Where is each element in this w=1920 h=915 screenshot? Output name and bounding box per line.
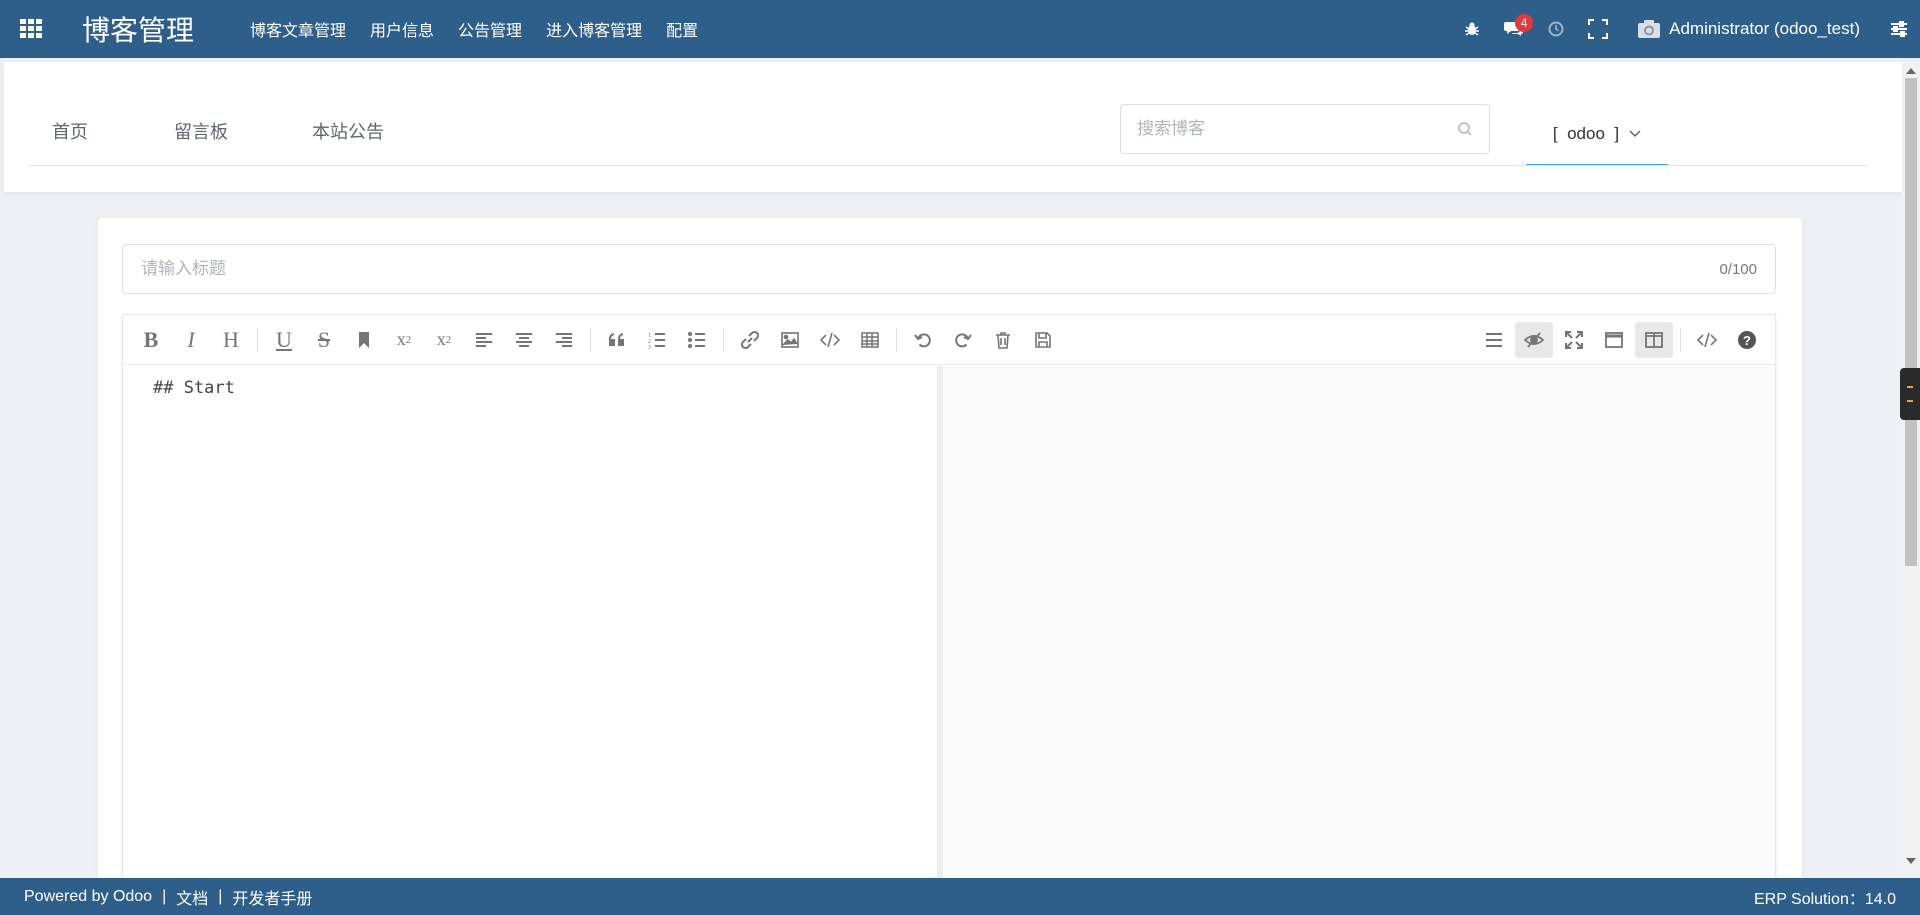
user-dropdown-tab[interactable]: [ odoo ] [1526,104,1668,166]
fullscreen-expand-icon[interactable] [1555,322,1593,358]
blog-search-input[interactable] [1137,119,1457,139]
footer-docs-link[interactable]: 文档 [176,885,208,909]
footer-separator: | [218,887,223,905]
footer-solution-version: ERP Solution：14.0 [1753,890,1896,908]
subfield-icon[interactable] [1635,321,1673,358]
scroll-up-arrow-icon[interactable] [1906,68,1916,74]
messages-badge: 4 [1515,14,1534,32]
top-navbar: 博客管理 博客文章管理 用户信息 公告管理 进入博客管理 配置 4 Admini… [0,0,1920,58]
editor-panes: ## Start [123,366,1775,903]
italic-icon[interactable]: I [172,322,210,358]
help-icon[interactable]: ? [1728,322,1766,358]
activity-clock-icon[interactable] [1535,0,1577,58]
save-icon[interactable] [1024,322,1062,358]
read-mode-icon[interactable] [1595,322,1633,358]
menu-user-info[interactable]: 用户信息 [370,17,434,41]
undo-icon[interactable] [904,322,942,358]
user-menu[interactable]: Administrator (odoo_test) [1637,19,1860,39]
table-icon[interactable] [851,322,889,358]
editor-toolbar: B I H U S x2 x2 123 ? [123,315,1775,365]
menu-config[interactable]: 配置 [666,17,698,41]
messages-icon[interactable]: 4 [1493,0,1535,58]
search-icon[interactable] [1457,121,1473,137]
align-center-icon[interactable] [505,322,543,358]
heading-icon[interactable]: H [212,322,250,358]
toolbar-separator [723,327,724,352]
svg-text:3: 3 [648,345,651,350]
systray: 4 Administrator (odoo_test) [1451,0,1920,58]
main-menu: 博客文章管理 用户信息 公告管理 进入博客管理 配置 [250,17,722,41]
apps-menu-icon[interactable] [0,0,62,58]
link-icon[interactable] [731,322,769,358]
title-char-counter: 0/100 [1719,260,1757,278]
settings-sliders-icon[interactable] [1878,0,1920,58]
html-code-icon[interactable] [1688,322,1726,358]
footer-dev-manual-link[interactable]: 开发者手册 [232,885,312,909]
ordered-list-icon[interactable]: 123 [638,322,676,358]
toolbar-separator [257,327,258,352]
editor-card: 0/100 B I H U S x2 x2 123 [98,218,1802,915]
fullscreen-icon[interactable] [1577,0,1619,58]
underline-icon[interactable]: U [265,322,303,358]
menu-announcements[interactable]: 公告管理 [458,17,522,41]
tab-home[interactable]: 首页 [52,118,88,144]
mark-icon[interactable] [345,322,383,358]
bold-icon[interactable]: B [132,322,170,358]
footer: Powered by Odoo | 文档 | 开发者手册 ERP Solutio… [0,878,1920,915]
blog-header: 首页 留言板 本站公告 [ odoo ] [4,62,1904,192]
tab-site-announcements[interactable]: 本站公告 [312,118,384,144]
debug-bug-icon[interactable] [1451,0,1493,58]
toolbar-separator [896,327,897,352]
menu-blog-posts[interactable]: 博客文章管理 [250,17,346,41]
scroll-down-arrow-icon[interactable] [1906,858,1916,864]
menu-enter-blog-admin[interactable]: 进入博客管理 [546,17,642,41]
side-floating-widget[interactable] [1900,368,1920,420]
app-brand[interactable]: 博客管理 [82,9,194,49]
markdown-input-pane[interactable]: ## Start [123,366,943,903]
preview-toggle-icon[interactable] [1515,321,1553,358]
user-dropdown-label: [ odoo ] [1552,124,1620,143]
svg-text:?: ? [1743,333,1751,348]
header-divider [28,165,1868,166]
trash-icon[interactable] [984,322,1022,358]
redo-icon[interactable] [944,322,982,358]
strikethrough-icon[interactable]: S [305,322,343,358]
navigation-icon[interactable] [1475,322,1513,358]
subscript-icon[interactable]: x2 [425,322,463,358]
tab-message-board[interactable]: 留言板 [174,118,228,144]
footer-separator: | [162,887,167,905]
footer-powered-by-link[interactable]: Powered by Odoo [24,888,152,906]
chevron-down-icon [1629,130,1641,138]
title-input[interactable] [141,259,1720,279]
align-right-icon[interactable] [545,322,583,358]
code-icon[interactable] [811,322,849,358]
superscript-icon[interactable]: x2 [385,322,423,358]
quote-icon[interactable] [598,322,636,358]
user-avatar-icon [1638,20,1661,38]
markdown-content: ## Start [153,378,235,398]
align-left-icon[interactable] [465,322,503,358]
image-icon[interactable] [771,322,809,358]
user-name: Administrator (odoo_test) [1669,19,1860,38]
page-scrollbar[interactable] [1902,62,1920,870]
unordered-list-icon[interactable] [678,322,716,358]
title-field: 0/100 [122,244,1776,294]
scroll-thumb[interactable] [1905,78,1917,566]
markdown-editor: B I H U S x2 x2 123 ? ## Start [122,314,1776,904]
markdown-preview-pane [943,366,1775,903]
toolbar-separator [1680,327,1681,352]
toolbar-separator [590,327,591,352]
blog-search [1120,104,1490,154]
